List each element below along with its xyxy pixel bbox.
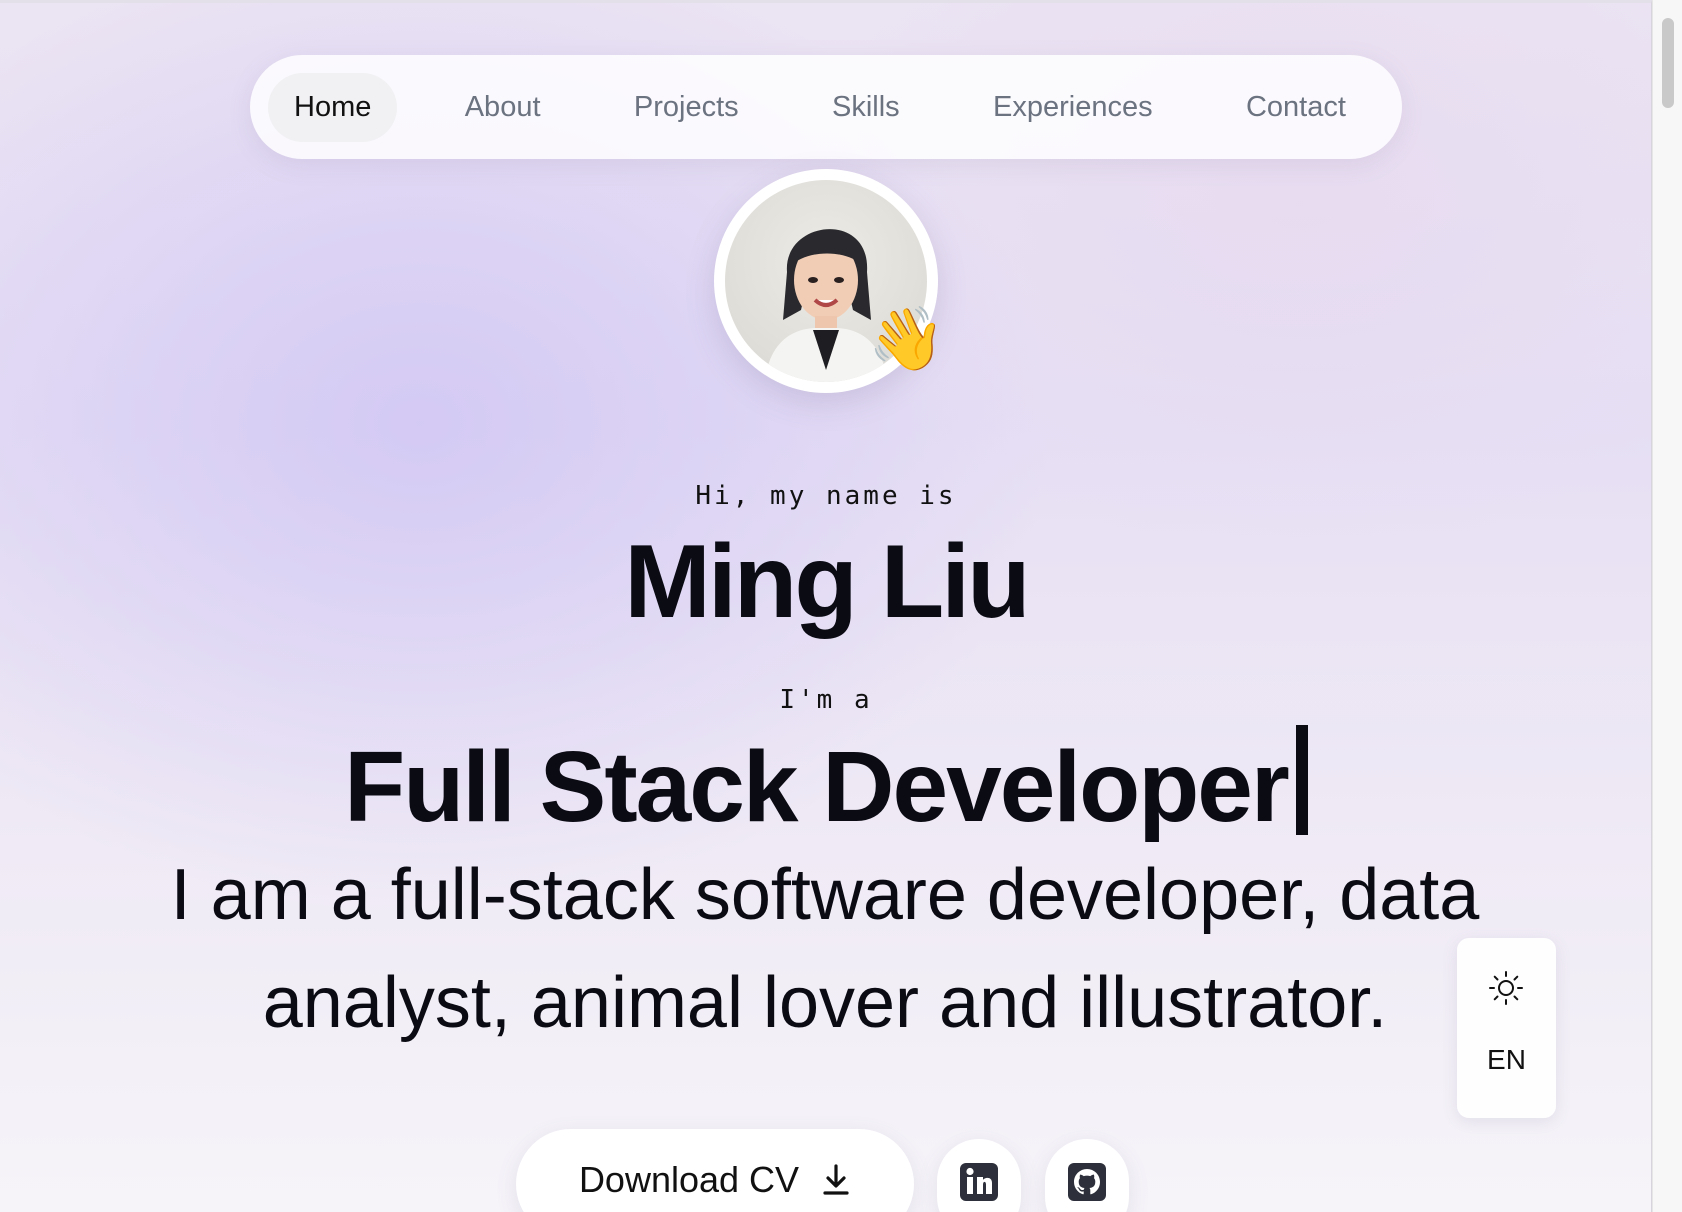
scrollbar[interactable]: [1652, 0, 1682, 1212]
intro-text: I'm a: [779, 685, 873, 715]
github-button[interactable]: [1045, 1139, 1129, 1212]
sun-icon[interactable]: [1488, 970, 1524, 1006]
scrollbar-thumb[interactable]: [1662, 18, 1674, 108]
nav-projects[interactable]: Projects: [608, 73, 765, 142]
page-background: Home About Projects Skills Experiences C…: [0, 0, 1652, 1212]
github-icon: [1068, 1163, 1106, 1201]
download-cv-button[interactable]: Download CV: [516, 1129, 914, 1212]
nav-about[interactable]: About: [439, 73, 567, 142]
nav-contact[interactable]: Contact: [1220, 73, 1372, 142]
nav-home[interactable]: Home: [268, 72, 398, 142]
waving-hand-icon: 👋: [868, 305, 946, 374]
settings-panel: [1457, 938, 1556, 1118]
linkedin-button[interactable]: [937, 1139, 1021, 1212]
linkedin-icon: [960, 1163, 998, 1201]
download-cv-label: Download CV: [578, 1159, 800, 1200]
hero-role: Full Stack Developer: [0, 725, 1652, 845]
nav-skills[interactable]: Skills: [806, 73, 926, 142]
download-icon: [823, 1164, 849, 1195]
nav-experiences[interactable]: Experiences: [967, 73, 1179, 142]
hero-description: I am a full-stack software developer, da…: [170, 855, 1480, 1043]
language-toggle[interactable]: EN: [1457, 1044, 1556, 1076]
hero-name: Ming Liu: [624, 524, 1030, 640]
role-text: Full Stack Developer: [344, 731, 1290, 843]
greeting-text: Hi, my name is: [695, 481, 957, 511]
top-navigation: Home About Projects Skills Experiences C…: [250, 55, 1402, 159]
typing-caret: [1295, 725, 1308, 835]
